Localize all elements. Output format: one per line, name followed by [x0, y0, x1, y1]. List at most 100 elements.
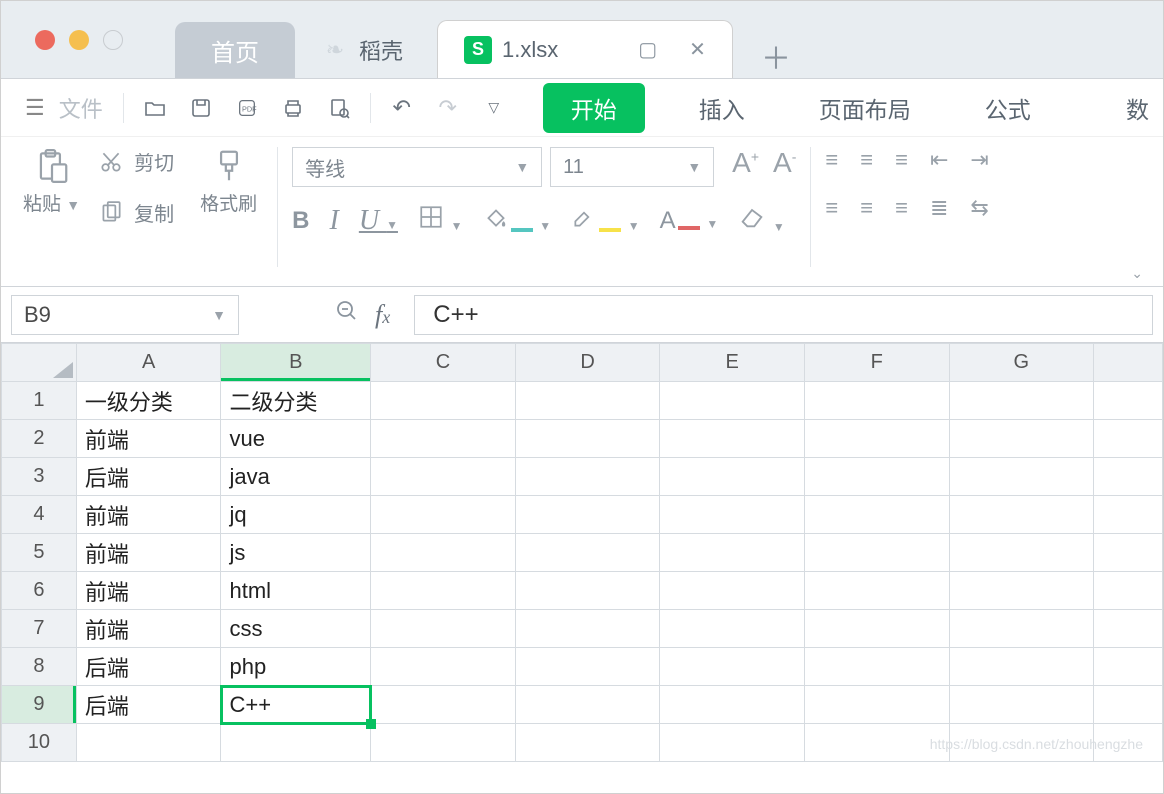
cell-partial-3[interactable] [1094, 458, 1163, 496]
maximize-window-icon[interactable] [103, 30, 123, 50]
cell-A4[interactable]: 前端 [76, 496, 221, 534]
cell-D6[interactable] [515, 572, 660, 610]
close-tab-icon[interactable]: ✕ [689, 37, 706, 62]
cell-B8[interactable]: php [221, 648, 371, 686]
cell-G2[interactable] [949, 420, 1094, 458]
formula-input[interactable]: C++ [414, 295, 1153, 335]
hamburger-icon[interactable]: ☰ [15, 91, 55, 125]
font-size-select[interactable]: 11 ▼ [550, 147, 714, 187]
cell-C7[interactable] [371, 610, 516, 648]
cell-C9[interactable] [371, 686, 516, 724]
cell-G1[interactable] [949, 382, 1094, 420]
decrease-indent-icon[interactable]: ⇤ [930, 147, 948, 173]
spreadsheet-grid[interactable]: ABCDEFG1一级分类二级分类2前端vue3后端java4前端jq5前端js6… [1, 343, 1163, 762]
menu-tab-formula[interactable]: 公式 [965, 85, 1051, 131]
copy-button[interactable]: 复制 [98, 198, 174, 227]
cell-E8[interactable] [660, 648, 805, 686]
align-left-icon[interactable]: ≡ [825, 195, 838, 221]
increase-font-icon[interactable]: A+ [732, 147, 759, 187]
menu-tab-data-partial[interactable]: 数 [1126, 91, 1149, 125]
justify-icon[interactable]: ≣ [930, 195, 948, 221]
cell-B1[interactable]: 二级分类 [221, 382, 371, 420]
eraser-icon[interactable]: ▼ [738, 203, 785, 238]
font-name-select[interactable]: 等线 ▼ [292, 147, 542, 187]
column-header-C[interactable]: C [371, 344, 516, 382]
cell-partial-1[interactable] [1094, 382, 1163, 420]
cell-C8[interactable] [371, 648, 516, 686]
row-header-5[interactable]: 5 [2, 534, 77, 572]
menu-tab-insert[interactable]: 插入 [679, 85, 765, 131]
highlight-icon[interactable]: ▼ [571, 204, 640, 237]
cell-partial-8[interactable] [1094, 648, 1163, 686]
tab-home[interactable]: 首页 [175, 22, 295, 78]
row-header-9[interactable]: 9 [2, 686, 77, 724]
row-header-1[interactable]: 1 [2, 382, 77, 420]
cell-C1[interactable] [371, 382, 516, 420]
borders-icon[interactable]: ▼ [418, 204, 463, 237]
cell-A5[interactable]: 前端 [76, 534, 221, 572]
cell-G4[interactable] [949, 496, 1094, 534]
cell-B5[interactable]: js [221, 534, 371, 572]
cell-C6[interactable] [371, 572, 516, 610]
cell-partial-9[interactable] [1094, 686, 1163, 724]
cell-F10[interactable] [804, 724, 949, 762]
cell-E9[interactable] [660, 686, 805, 724]
increase-indent-icon[interactable]: ⇥ [970, 147, 988, 173]
cell-A7[interactable]: 前端 [76, 610, 221, 648]
cell-B6[interactable]: html [221, 572, 371, 610]
tab-document[interactable]: S 1.xlsx ▢ ✕ [437, 20, 733, 78]
file-menu-label[interactable]: 文件 [59, 92, 103, 124]
cell-G8[interactable] [949, 648, 1094, 686]
cell-G5[interactable] [949, 534, 1094, 572]
cell-partial-2[interactable] [1094, 420, 1163, 458]
fill-color-icon[interactable]: ▼ [483, 204, 552, 237]
cell-G3[interactable] [949, 458, 1094, 496]
decrease-font-icon[interactable]: A- [773, 147, 796, 187]
tab-docer[interactable]: ❧ 稻壳 [295, 22, 429, 78]
cell-F3[interactable] [804, 458, 949, 496]
cell-B2[interactable]: vue [221, 420, 371, 458]
cell-A6[interactable]: 前端 [76, 572, 221, 610]
cell-C10[interactable] [371, 724, 516, 762]
cell-E2[interactable] [660, 420, 805, 458]
cell-A3[interactable]: 后端 [76, 458, 221, 496]
cell-E7[interactable] [660, 610, 805, 648]
underline-icon[interactable]: U ▼ [359, 205, 398, 237]
cell-E1[interactable] [660, 382, 805, 420]
cell-A2[interactable]: 前端 [76, 420, 221, 458]
cell-F1[interactable] [804, 382, 949, 420]
align-right-icon[interactable]: ≡ [895, 195, 908, 221]
cell-D9[interactable] [515, 686, 660, 724]
cell-B7[interactable]: css [221, 610, 371, 648]
align-top-icon[interactable]: ≡ [825, 147, 838, 173]
menu-tab-layout[interactable]: 页面布局 [799, 85, 931, 131]
cell-F9[interactable] [804, 686, 949, 724]
cell-D1[interactable] [515, 382, 660, 420]
cell-A9[interactable]: 后端 [76, 686, 221, 724]
column-header-B[interactable]: B [221, 344, 371, 382]
merge-cells-icon[interactable]: ⇆ [970, 195, 988, 221]
row-header-8[interactable]: 8 [2, 648, 77, 686]
cell-D8[interactable] [515, 648, 660, 686]
cell-D10[interactable] [515, 724, 660, 762]
cell-A10[interactable] [76, 724, 221, 762]
row-header-2[interactable]: 2 [2, 420, 77, 458]
format-painter-button[interactable]: 格式刷 [194, 147, 263, 216]
cell-D5[interactable] [515, 534, 660, 572]
cell-B3[interactable]: java [221, 458, 371, 496]
print-icon[interactable] [276, 91, 310, 125]
cell-A1[interactable]: 一级分类 [76, 382, 221, 420]
ribbon-expand-icon[interactable]: ⌄ [1131, 265, 1143, 282]
cell-F8[interactable] [804, 648, 949, 686]
pdf-icon[interactable]: PDF [230, 91, 264, 125]
cell-C2[interactable] [371, 420, 516, 458]
cell-F2[interactable] [804, 420, 949, 458]
fx-label[interactable]: fx [375, 300, 390, 330]
zoom-icon[interactable] [335, 299, 359, 330]
column-header-G[interactable]: G [949, 344, 1094, 382]
cell-G7[interactable] [949, 610, 1094, 648]
cell-E5[interactable] [660, 534, 805, 572]
column-header-F[interactable]: F [804, 344, 949, 382]
open-icon[interactable] [138, 91, 172, 125]
close-window-icon[interactable] [35, 30, 55, 50]
